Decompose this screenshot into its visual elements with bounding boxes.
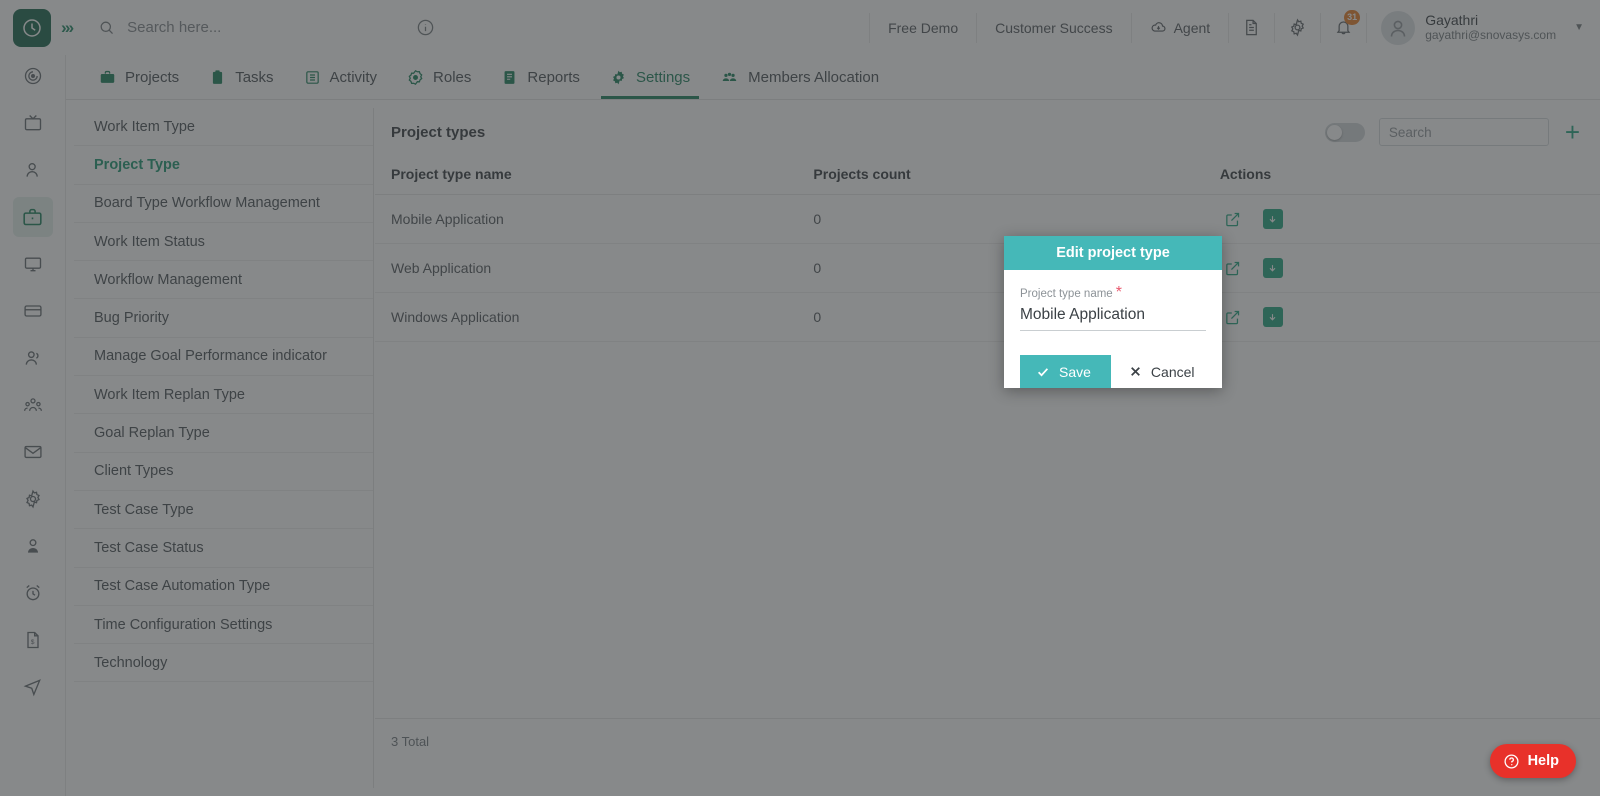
required-asterisk: * bbox=[1115, 284, 1122, 301]
check-icon bbox=[1036, 365, 1050, 379]
modal-overlay[interactable] bbox=[0, 0, 1600, 796]
save-label: Save bbox=[1059, 363, 1091, 380]
project-type-name-input[interactable] bbox=[1020, 302, 1206, 331]
dialog-body: Project type name* Save Cancel bbox=[1004, 270, 1222, 388]
question-circle-icon bbox=[1503, 753, 1520, 770]
field-label-row: Project type name * bbox=[1020, 284, 1206, 302]
help-button[interactable]: Help bbox=[1489, 744, 1576, 778]
app-root: $ »› Free Demo Customer Success bbox=[0, 0, 1600, 796]
cancel-button[interactable]: Cancel bbox=[1110, 355, 1213, 388]
dialog-title: Edit project type bbox=[1004, 236, 1222, 270]
close-x-icon bbox=[1129, 365, 1142, 378]
project-type-name-label: Project type name bbox=[1020, 288, 1113, 300]
dialog-actions: Save Cancel bbox=[1020, 355, 1213, 388]
help-label: Help bbox=[1527, 753, 1559, 769]
edit-project-type-dialog: Edit project type Project type name* Sav… bbox=[1004, 236, 1222, 388]
cancel-label: Cancel bbox=[1150, 363, 1195, 380]
save-button[interactable]: Save bbox=[1020, 355, 1111, 388]
